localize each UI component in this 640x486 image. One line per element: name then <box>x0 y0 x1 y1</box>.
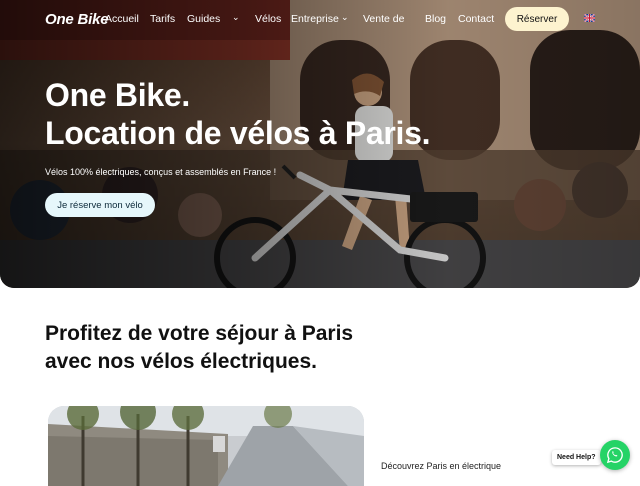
nav-link-blog[interactable]: Blog <box>425 13 446 25</box>
reserve-button[interactable]: Réserver <box>505 7 569 31</box>
nav-link-vente[interactable]: Vente de <box>363 13 404 25</box>
paris-quay-photo <box>48 406 364 486</box>
nav-link-accueil[interactable]: Accueil <box>105 13 139 25</box>
book-bike-button[interactable]: Je réserve mon vélo <box>45 193 155 217</box>
need-help-label[interactable]: Need Help? <box>552 450 601 465</box>
section-title-line1: Profitez de votre séjour à Paris <box>45 322 354 345</box>
hero-title: One Bike. Location de vélos à Paris. <box>45 76 431 152</box>
whatsapp-button[interactable] <box>600 440 630 470</box>
nav-link-guides[interactable]: Guides <box>187 13 220 25</box>
logo[interactable]: One Bike <box>45 11 109 28</box>
section-title-line2: avec nos vélos électriques. <box>45 350 317 373</box>
chevron-down-icon[interactable]: ⌄ <box>341 12 349 23</box>
section-title: Profitez de votre séjour à Paris avec no… <box>45 320 353 376</box>
nav-link-velos[interactable]: Vélos <box>255 13 281 25</box>
hero-subtitle: Vélos 100% électriques, conçus et assemb… <box>45 167 277 177</box>
nav-link-contact[interactable]: Contact <box>458 13 494 25</box>
hero-title-line1: One Bike. <box>45 77 190 113</box>
hero-banner: One Bike Accueil Tarifs Guides ⌄ Vélos E… <box>0 0 640 288</box>
uk-flag-icon[interactable] <box>584 14 595 22</box>
chevron-down-icon[interactable]: ⌄ <box>232 12 240 23</box>
nav-link-entreprise[interactable]: Entreprise <box>291 13 339 25</box>
discover-text: Découvrez Paris en électrique <box>381 461 502 471</box>
whatsapp-icon <box>606 447 623 464</box>
top-navigation: One Bike Accueil Tarifs Guides ⌄ Vélos E… <box>0 0 640 38</box>
hero-title-line2: Location de vélos à Paris. <box>45 115 431 151</box>
nav-link-tarifs[interactable]: Tarifs <box>150 13 175 25</box>
